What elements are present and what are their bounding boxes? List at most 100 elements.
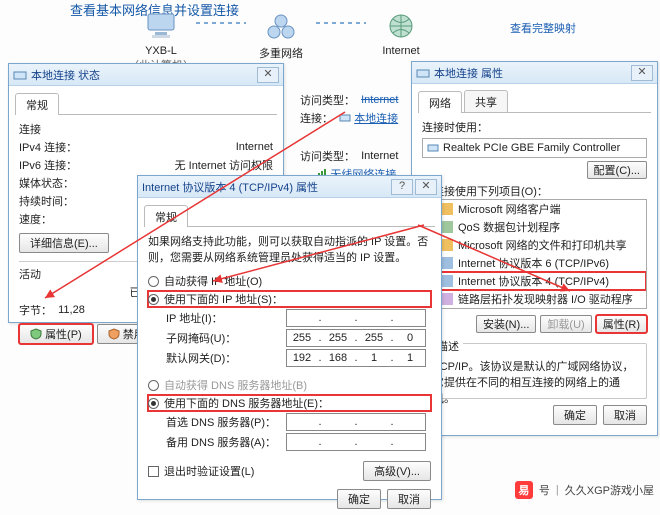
install-button[interactable]: 安装(N)... [476,315,536,333]
nic-name: Realtek PCIe GBE Family Controller [443,142,620,154]
window-connection-props: 本地连接 属性 ✕ 网络 共享 连接时使用： Realtek PCIe GBE … [411,61,658,436]
ok-button[interactable]: 确定 [553,405,597,425]
list-item: ✓Internet 协议版本 6 (TCP/IPv6) [423,254,646,272]
ok-button[interactable]: 确定 [337,489,381,509]
close-button[interactable]: ✕ [415,179,437,195]
list-item-ipv4: ✓Internet 协议版本 4 (TCP/IPv4) [423,272,646,290]
client-icon [441,203,453,215]
node-label: Internet [356,45,446,57]
properties-button[interactable]: 属性(P) [19,324,93,344]
protocol-icon [441,275,453,287]
list-item: ✓QoS 数据包计划程序 [423,218,646,236]
advanced-button[interactable]: 高级(V)... [363,461,431,481]
gateway-label: 默认网关(D)： [166,350,286,366]
radio-auto-ip[interactable]: 自动获得 IP 地址(O) [148,273,431,289]
ip-field[interactable]: ... [286,309,426,327]
question-icon: ? [399,181,405,192]
configure-button[interactable]: 配置(C)... [587,161,647,179]
access-type-value-2: Internet [361,150,398,162]
description-text: TCP/IP。该协议是默认的广域网络协议，它提供在不同的相互连接的网络上的通讯。 [433,358,636,406]
bytes-label: 字节： [19,302,52,318]
node-label: 多重网络 [236,45,326,61]
computer-icon [144,12,178,40]
access-type-label: 访问类型： [300,92,355,108]
details-button[interactable]: 详细信息(E)... [19,233,109,253]
uses-items-label: 此连接使用下列项目(O)： [422,183,647,199]
radio-label: 使用下面的 IP 地址(S)： [164,291,283,307]
list-item-label: Internet 协议版本 4 (TCP/IPv4) [458,273,609,289]
window-title: Internet 协议版本 4 (TCP/IPv4) 属性 [142,179,389,195]
check-validate-on-exit[interactable]: 退出时验证设置(L) [148,463,254,479]
connect-using-label: 连接时使用： [422,119,647,135]
item-properties-button[interactable]: 属性(R) [596,315,647,333]
shield-icon [108,328,120,340]
mask-field[interactable]: 255.255.255.0 [286,329,426,347]
node-label: YXB-L [116,45,206,57]
adapter-icon [416,66,430,80]
tab-network[interactable]: 网络 [418,91,462,113]
share-icon [441,239,453,251]
window-title: 本地连接 状态 [31,67,255,83]
radio-auto-dns: 自动获得 DNS 服务器地址(B) [148,377,431,393]
qos-icon [441,221,453,233]
help-text: 如果网络支持此功能，则可以获取自动指派的 IP 设置。否则，您需要从网络系统管理… [148,233,431,265]
protocol-icon [441,257,453,269]
network-icon [264,12,298,40]
ipv4-value: Internet [91,141,273,153]
dns2-field[interactable]: ... [286,433,426,451]
radio-use-ip[interactable]: 使用下面的 IP 地址(S)： [148,291,431,307]
close-icon: ✕ [263,69,272,80]
window-ipv4-props: Internet 协议版本 4 (TCP/IPv4) 属性 ? ✕ 常规 如果网… [137,175,442,500]
brand-name: 久久XGP游戏小屋 [565,482,654,498]
adapter-icon [427,142,439,154]
list-item: ✓链路层拓扑发现映射器 I/O 驱动程序 [423,290,646,308]
node-multi-network: 多重网络 [236,12,326,61]
time-label: 持续时间： [19,193,91,209]
tab-general[interactable]: 常规 [15,93,59,115]
uninstall-button[interactable]: 卸载(U) [540,315,591,333]
ipv4-label: IPv4 连接： [19,139,91,155]
radio-use-dns[interactable]: 使用下面的 DNS 服务器地址(E)： [148,395,431,411]
list-item-label: Microsoft 网络的文件和打印机共享 [458,237,627,253]
gateway-field[interactable]: 192.168.1.1 [286,349,426,367]
connections-label: 连接： [300,110,333,126]
ipv6-label: IPv6 连接： [19,157,91,173]
ipv6-value: 无 Internet 访问权限 [91,157,273,173]
radio-label: 自动获得 IP 地址(O) [164,273,262,289]
cancel-button[interactable]: 取消 [603,405,647,425]
help-button[interactable]: ? [391,179,413,195]
tab-general[interactable]: 常规 [144,205,188,227]
radio-label: 自动获得 DNS 服务器地址(B) [164,377,307,393]
view-full-map-link[interactable]: 查看完整映射 [510,20,576,36]
close-button[interactable]: ✕ [631,65,653,81]
cancel-button[interactable]: 取消 [387,489,431,509]
radio-label: 使用下面的 DNS 服务器地址(E)： [164,395,329,411]
dns1-field[interactable]: ... [286,413,426,431]
access-type-value: Internet [361,94,398,106]
shield-icon [30,328,42,340]
list-item-label: 链路层拓扑发现映射器 I/O 驱动程序 [458,291,633,307]
ip-label: IP 地址(I)： [166,310,286,326]
lltd-icon [441,293,453,305]
media-label: 媒体状态： [19,175,91,191]
titlebar: 本地连接 属性 ✕ [412,62,657,84]
list-item-label: Microsoft 网络客户端 [458,201,561,217]
window-title: 本地连接 属性 [434,65,629,81]
watermark: 易 号 | 久久XGP游戏小屋 [515,481,654,499]
titlebar: 本地连接 状态 ✕ [9,64,283,86]
list-item-label: QoS 数据包计划程序 [458,219,560,235]
link-local-connection[interactable]: 本地连接 [354,110,398,126]
close-icon: ✕ [421,181,430,192]
list-item-label: Internet 协议版本 6 (TCP/IPv6) [458,255,609,271]
globe-icon [384,12,418,40]
list-item: ✓Microsoft 网络客户端 [423,200,646,218]
nic-field: Realtek PCIe GBE Family Controller [422,138,647,158]
tab-sharing[interactable]: 共享 [464,90,508,112]
check-label: 退出时验证设置(L) [164,463,254,479]
items-list[interactable]: ✓Microsoft 网络客户端 ✓QoS 数据包计划程序 ✓Microsoft… [422,199,647,309]
dns2-label: 备用 DNS 服务器(A)： [166,434,286,450]
titlebar: Internet 协议版本 4 (TCP/IPv4) 属性 ? ✕ [138,176,441,198]
mask-label: 子网掩码(U)： [166,330,286,346]
access-type-label-2: 访问类型： [300,148,355,164]
close-button[interactable]: ✕ [257,67,279,83]
